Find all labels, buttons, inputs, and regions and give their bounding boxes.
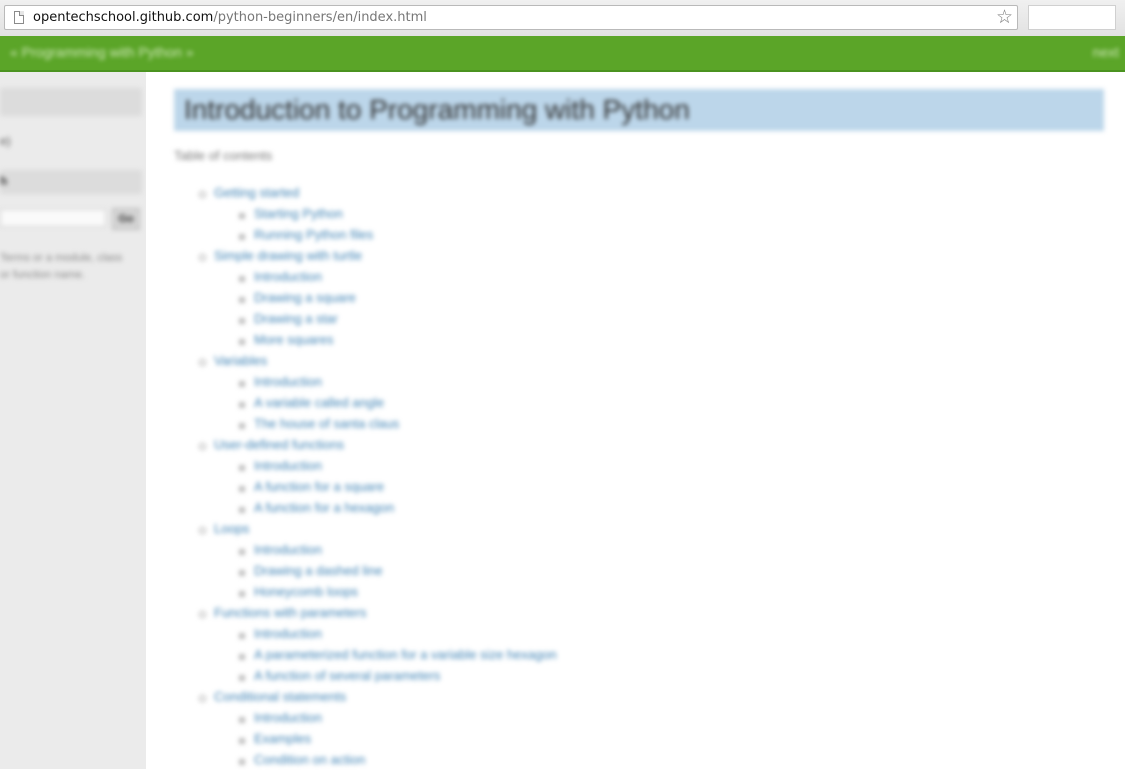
toc-subsection-link[interactable]: Introduction bbox=[196, 371, 557, 392]
search-input[interactable] bbox=[0, 209, 106, 227]
header-next-link[interactable]: next bbox=[1093, 44, 1119, 60]
toc-subsection-link[interactable]: Introduction bbox=[196, 266, 557, 287]
toc-subsection-link[interactable]: A parameterized function for a variable … bbox=[196, 644, 557, 665]
toc-section-link[interactable]: Functions with parameters bbox=[196, 602, 557, 623]
toc-subsection-link[interactable]: Running Python files bbox=[196, 224, 557, 245]
site-header: « Programming with Python » next bbox=[0, 36, 1125, 72]
sidebar: e) h Go Terms or a module, class or func… bbox=[0, 72, 146, 769]
toc-label: Table of contents bbox=[174, 148, 273, 163]
sidebar-text: e) bbox=[0, 134, 11, 148]
toc-section-link[interactable]: User-defined functions bbox=[196, 434, 557, 455]
url-path: /python-beginners/en/index.html bbox=[213, 10, 427, 25]
toc-subsection-link[interactable]: A variable called angle bbox=[196, 392, 557, 413]
star-icon[interactable]: ☆ bbox=[996, 7, 1013, 28]
toc-subsection-link[interactable]: More squares bbox=[196, 329, 557, 350]
toc-subsection-link[interactable]: Introduction bbox=[196, 455, 557, 476]
toc-section-link[interactable]: Loops bbox=[196, 518, 557, 539]
sidebar-heading-band bbox=[0, 88, 142, 116]
browser-side-field[interactable] bbox=[1028, 5, 1116, 30]
table-of-contents: Getting started Starting Python Running Py… bbox=[196, 182, 557, 770]
toc-subsection-link[interactable]: The house of santa claus bbox=[196, 413, 557, 434]
toc-subsection-link[interactable]: Drawing a dashed line bbox=[196, 560, 557, 581]
url-text[interactable]: opentechschool.github.com/python-beginne… bbox=[33, 10, 427, 25]
page-title: Introduction to Programming with Python bbox=[174, 89, 1104, 131]
address-bar[interactable]: opentechschool.github.com/python-beginne… bbox=[4, 5, 1018, 30]
toc-section-link[interactable]: Getting started bbox=[196, 182, 557, 203]
toc-subsection-link[interactable]: Drawing a square bbox=[196, 287, 557, 308]
toc-subsection-link[interactable]: Introduction bbox=[196, 623, 557, 644]
page-icon bbox=[14, 11, 24, 24]
header-title-link[interactable]: « Programming with Python » bbox=[10, 44, 194, 60]
toc-subsection-link[interactable]: Introduction bbox=[196, 707, 557, 728]
toc-section-link[interactable]: Variables bbox=[196, 350, 557, 371]
toc-subsection-link[interactable]: Starting Python bbox=[196, 203, 557, 224]
search-go-button[interactable]: Go bbox=[112, 208, 140, 230]
url-host: opentechschool.github.com bbox=[33, 10, 214, 25]
toc-section-link[interactable]: Simple drawing with turtle bbox=[196, 245, 557, 266]
toc-subsection-link[interactable]: A function for a square bbox=[196, 476, 557, 497]
sidebar-search-heading-band bbox=[0, 170, 142, 194]
toc-section-link[interactable]: Conditional statements bbox=[196, 686, 557, 707]
toc-subsection-link[interactable]: A function for a hexagon bbox=[196, 497, 557, 518]
toc-subsection-link[interactable]: Condition on action bbox=[196, 749, 557, 770]
toc-subsection-link[interactable]: Drawing a star bbox=[196, 308, 557, 329]
search-hint: Terms or a module, class or function nam… bbox=[0, 252, 123, 281]
toc-subsection-link[interactable]: Honeycomb loops bbox=[196, 581, 557, 602]
sidebar-search-heading: h bbox=[0, 174, 8, 188]
toc-subsection-link[interactable]: Introduction bbox=[196, 539, 557, 560]
browser-toolbar: opentechschool.github.com/python-beginne… bbox=[0, 0, 1125, 37]
main-content: Introduction to Programming with Python … bbox=[146, 72, 1125, 769]
toc-subsection-link[interactable]: Examples bbox=[196, 728, 557, 749]
toc-subsection-link[interactable]: A function of several parameters bbox=[196, 665, 557, 686]
